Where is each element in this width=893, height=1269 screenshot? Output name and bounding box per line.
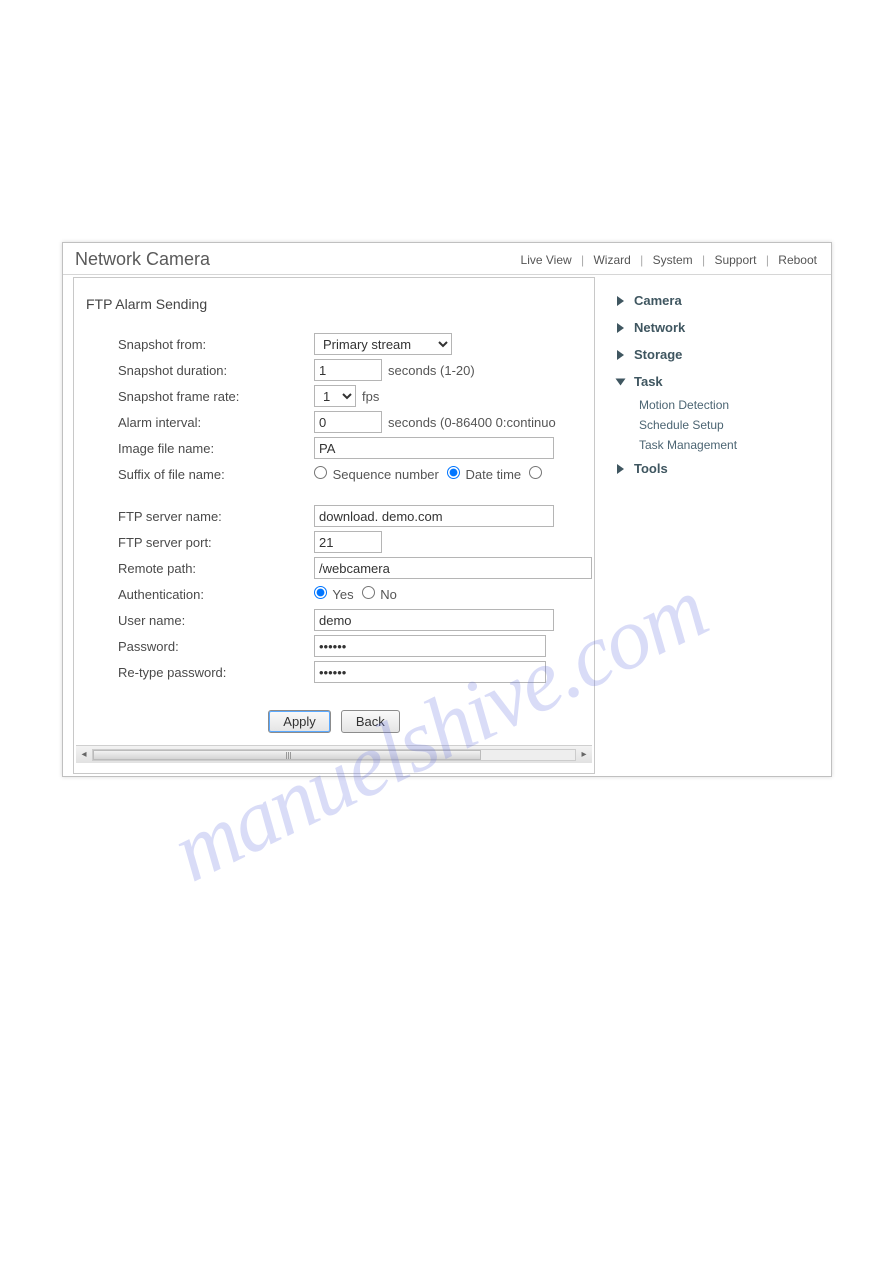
snapshot-from-select[interactable]: Primary stream [314, 333, 452, 355]
retype-password-input[interactable] [314, 661, 546, 683]
label-alarm-interval: Alarm interval: [118, 415, 314, 430]
back-button[interactable]: Back [341, 710, 400, 733]
sidebar-sub-schedule-setup[interactable]: Schedule Setup [639, 415, 821, 435]
unit-seconds-cont: seconds (0-86400 0:continuo [388, 415, 556, 430]
nav-system[interactable]: System [653, 253, 693, 267]
nav-sep: | [581, 253, 584, 267]
label-snapshot-from: Snapshot from: [118, 337, 314, 352]
ftp-server-name-input[interactable] [314, 505, 554, 527]
chevron-right-icon [617, 296, 624, 306]
remote-path-input[interactable] [314, 557, 592, 579]
alarm-interval-input[interactable] [314, 411, 382, 433]
suffix-datetime-radio[interactable]: Date time [447, 466, 521, 482]
scroll-track[interactable] [92, 749, 576, 761]
label-suffix: Suffix of file name: [118, 467, 314, 482]
nav-sep: | [702, 253, 705, 267]
unit-fps: fps [362, 389, 379, 404]
label-user-name: User name: [118, 613, 314, 628]
nav-sep: | [766, 253, 769, 267]
scroll-left-arrow[interactable]: ◂ [76, 749, 92, 760]
horizontal-scrollbar[interactable]: ◂ ▸ [76, 745, 592, 763]
label-authentication: Authentication: [118, 587, 314, 602]
sidebar-item-camera[interactable]: Camera [617, 287, 821, 314]
label-ftp-server-port: FTP server port: [118, 535, 314, 550]
nav-reboot[interactable]: Reboot [778, 253, 817, 267]
snapshot-frame-rate-select[interactable]: 1 [314, 385, 356, 407]
sidebar-sub-motion-detection[interactable]: Motion Detection [639, 395, 821, 415]
label-remote-path: Remote path: [118, 561, 314, 576]
user-name-input[interactable] [314, 609, 554, 631]
scroll-thumb[interactable] [93, 750, 481, 760]
suffix-third-radio[interactable] [529, 466, 544, 482]
chevron-right-icon [617, 464, 624, 474]
chevron-right-icon [617, 350, 624, 360]
ftp-server-port-input[interactable] [314, 531, 382, 553]
label-image-file-name: Image file name: [118, 441, 314, 456]
suffix-sequence-radio[interactable]: Sequence number [314, 466, 439, 482]
label-snapshot-frame-rate: Snapshot frame rate: [118, 389, 314, 404]
chevron-right-icon [617, 323, 624, 333]
sidebar-sub-task-management[interactable]: Task Management [639, 435, 821, 455]
nav-sep: | [640, 253, 643, 267]
snapshot-duration-input[interactable] [314, 359, 382, 381]
password-input[interactable] [314, 635, 546, 657]
label-retype-password: Re-type password: [118, 665, 314, 680]
nav-live-view[interactable]: Live View [521, 253, 572, 267]
label-password: Password: [118, 639, 314, 654]
sidebar-item-task[interactable]: Task [617, 368, 821, 395]
app-title: Network Camera [75, 249, 210, 270]
label-snapshot-duration: Snapshot duration: [118, 363, 314, 378]
chevron-down-icon [616, 378, 626, 385]
sidebar-item-network[interactable]: Network [617, 314, 821, 341]
auth-no-radio[interactable]: No [362, 586, 397, 602]
sidebar-item-storage[interactable]: Storage [617, 341, 821, 368]
label-ftp-server-name: FTP server name: [118, 509, 314, 524]
auth-yes-radio[interactable]: Yes [314, 586, 354, 602]
image-file-name-input[interactable] [314, 437, 554, 459]
page-heading: FTP Alarm Sending [86, 296, 594, 312]
nav-wizard[interactable]: Wizard [593, 253, 630, 267]
unit-seconds-range: seconds (1-20) [388, 363, 475, 378]
scroll-right-arrow[interactable]: ▸ [576, 749, 592, 760]
apply-button[interactable]: Apply [268, 710, 331, 733]
nav-support[interactable]: Support [714, 253, 756, 267]
sidebar-item-tools[interactable]: Tools [617, 455, 821, 482]
